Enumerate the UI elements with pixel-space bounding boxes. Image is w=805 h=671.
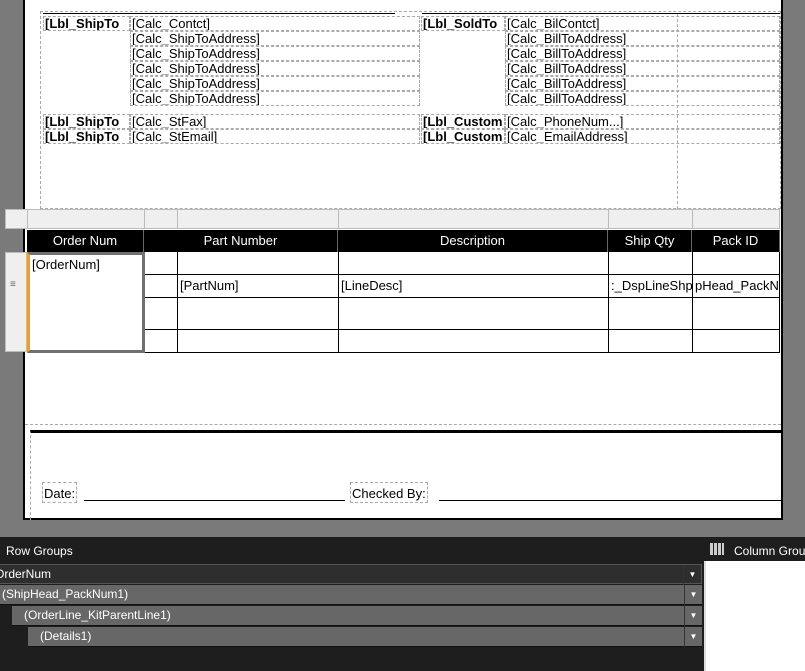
row-group-details[interactable]: (Details1) ▼ — [28, 627, 702, 647]
group-label: OrderNum — [0, 567, 52, 581]
bill-to-address[interactable]: [Calc_BillToAddress] — [505, 61, 780, 76]
table-cell[interactable] — [609, 330, 693, 353]
table-cell[interactable] — [144, 298, 178, 330]
column-header-part-number[interactable]: Part Number — [144, 230, 338, 252]
column-groups-title: Column Groups — [734, 544, 805, 558]
ship-to-fax[interactable]: [Calc_StFax] — [130, 114, 420, 129]
date-line — [84, 500, 345, 501]
row-group-ordernum[interactable]: OrderNum ▼ — [0, 564, 702, 585]
table-cell[interactable] — [339, 298, 609, 330]
table-cell[interactable] — [144, 275, 178, 298]
table-cell[interactable] — [693, 330, 780, 353]
table-cell[interactable] — [144, 252, 178, 275]
customer-email[interactable]: [Calc_EmailAddress] — [505, 129, 780, 144]
column-header-order-num[interactable]: Order Num — [27, 230, 144, 252]
group-label: (ShipHead_PackNum1) — [2, 587, 129, 601]
table-cell[interactable] — [609, 252, 693, 275]
ship-to-address[interactable]: [Calc_ShipToAddress] — [130, 46, 420, 61]
ship-to-email-label[interactable]: [Lbl_ShipTo — [43, 129, 130, 144]
column-groups-icon — [710, 543, 724, 555]
row-handles[interactable]: ≡ — [5, 252, 27, 352]
ship-to-contact[interactable]: [Calc_Contct] — [130, 16, 420, 31]
header-rule-left — [43, 13, 395, 14]
ship-qty-cell[interactable]: :_DspLineShp — [609, 275, 693, 298]
column-handles[interactable] — [5, 209, 780, 229]
customer-email-label[interactable]: [Lbl_Custom — [421, 129, 505, 144]
table-cell[interactable] — [144, 330, 178, 353]
dropdown-arrow-icon[interactable]: ▼ — [684, 585, 702, 605]
group-label: (OrderLine_KitParentLine1) — [24, 608, 171, 622]
part-num-cell[interactable]: [PartNum] — [178, 275, 339, 298]
dropdown-arrow-icon[interactable]: ▼ — [683, 565, 701, 585]
table-cell[interactable] — [178, 298, 339, 330]
grouping-panel: Row Groups Column Groups OrderNum ▼ (Ship… — [0, 537, 805, 671]
ship-to-address[interactable]: [Calc_ShipToAddress] — [130, 91, 420, 106]
line-desc-cell[interactable]: [LineDesc] — [339, 275, 609, 298]
column-header-description[interactable]: Description — [338, 230, 608, 252]
sold-to-contact[interactable]: [Calc_BilContct] — [505, 16, 780, 31]
column-header-ship-qty[interactable]: Ship Qty — [608, 230, 692, 252]
column-header-pack-id[interactable]: Pack ID — [692, 230, 780, 252]
table-cell[interactable] — [178, 252, 339, 275]
bill-to-address[interactable]: [Calc_BillToAddress] — [505, 46, 780, 61]
ship-to-address[interactable]: [Calc_ShipToAddress] — [130, 31, 420, 46]
customer-phone[interactable]: [Calc_PhoneNum...] — [505, 114, 780, 129]
details-group-icon: ≡ — [10, 279, 16, 290]
ship-to-label[interactable]: [Lbl_ShipTo — [43, 16, 130, 31]
checked-by-label[interactable]: Checked By: — [350, 482, 428, 503]
row-group-orderline[interactable]: (OrderLine_KitParentLine1) ▼ — [12, 606, 702, 626]
group-label: (Details1) — [40, 629, 92, 643]
row-groups-title: Row Groups — [6, 544, 73, 558]
pack-id-cell[interactable]: pHead_PackN — [693, 275, 780, 298]
page-footer-region — [30, 430, 782, 520]
bill-to-address[interactable]: [Calc_BillToAddress] — [505, 76, 780, 91]
table-cell[interactable] — [339, 252, 609, 275]
ship-to-address[interactable]: [Calc_ShipToAddress] — [130, 76, 420, 91]
ship-to-email[interactable]: [Calc_StEmail] — [130, 129, 420, 144]
checked-by-line — [439, 500, 782, 501]
dropdown-arrow-icon[interactable]: ▼ — [684, 627, 702, 647]
header-rule-right — [422, 13, 780, 14]
ship-to-fax-label[interactable]: [Lbl_ShipTo — [43, 114, 130, 129]
table-cell[interactable] — [339, 330, 609, 353]
table-cell[interactable] — [693, 298, 780, 330]
table-cell[interactable] — [178, 330, 339, 353]
sold-to-label[interactable]: [Lbl_SoldTo — [421, 16, 505, 31]
column-groups-area — [706, 561, 805, 671]
customer-phone-label[interactable]: [Lbl_Custom — [421, 114, 505, 129]
table-cell[interactable] — [693, 252, 780, 275]
bill-to-address[interactable]: [Calc_BillToAddress] — [505, 31, 780, 46]
bill-to-address[interactable]: [Calc_BillToAddress] — [505, 91, 780, 106]
row-group-shiphead[interactable]: (ShipHead_PackNum1) ▼ — [0, 585, 702, 605]
date-label[interactable]: Date: — [42, 482, 78, 503]
order-num-cell[interactable]: [OrderNum] — [27, 252, 145, 353]
dropdown-arrow-icon[interactable]: ▼ — [684, 606, 702, 626]
table-cell[interactable] — [609, 298, 693, 330]
ship-to-address[interactable]: [Calc_ShipToAddress] — [130, 61, 420, 76]
footer-divider — [25, 424, 781, 425]
